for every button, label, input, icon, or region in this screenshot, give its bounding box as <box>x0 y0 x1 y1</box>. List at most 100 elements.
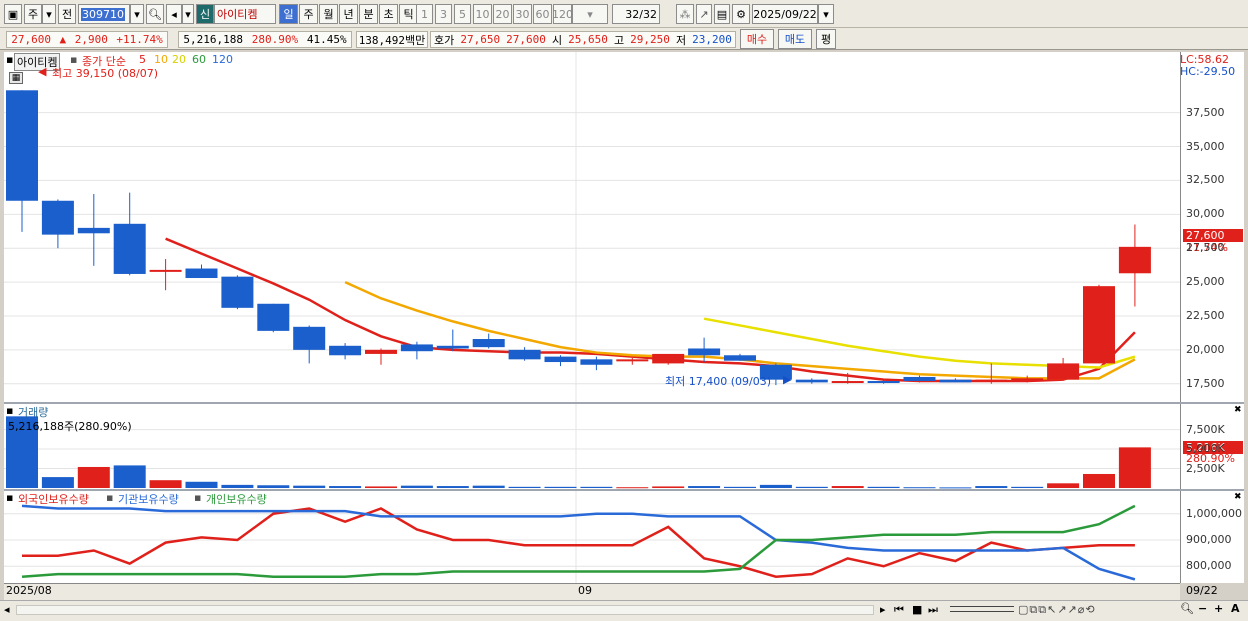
last-page-icon[interactable]: ⏭ <box>928 603 938 617</box>
volume-bar <box>688 486 721 488</box>
candle-body <box>831 381 864 384</box>
volume-panel-menu-icon[interactable]: ▪ <box>6 404 13 417</box>
candle-body <box>1047 363 1080 380</box>
price-tick: 22,500 <box>1186 308 1225 322</box>
scroll-left-icon[interactable]: ◂ <box>4 603 10 616</box>
hc-label: HC:-29.50 <box>1180 65 1236 78</box>
holding-tick: 1,000,000 <box>1186 506 1242 520</box>
volume-bar <box>508 486 541 488</box>
candle-body <box>1118 246 1151 274</box>
candle-body <box>508 349 541 360</box>
holding-panel-menu-icon[interactable]: ▪ <box>6 491 13 504</box>
ma-legend-120: 120 <box>212 53 233 66</box>
volume-summary: 5,216,188주(280.90%) <box>8 420 132 433</box>
drawing-tools-icons[interactable]: ▢⧉⧉↖↗↗⌀⟲ <box>1018 603 1096 617</box>
volume-tick: 5,000K <box>1186 442 1225 456</box>
max-arrow-icon: ◀ <box>38 65 47 78</box>
x-label-month: 09 <box>578 584 592 597</box>
panel-menu-icon[interactable]: ▪ <box>6 53 13 66</box>
volume-bar <box>77 466 110 488</box>
volume-bar <box>436 486 469 488</box>
panel-divider-2[interactable] <box>4 489 1244 491</box>
volume-bar <box>795 486 828 488</box>
volume-bar <box>544 486 577 488</box>
price-tick: 30,000 <box>1186 207 1225 221</box>
min-arrow-icon: ▶ <box>783 373 792 386</box>
first-page-icon[interactable]: ⏮ <box>894 603 904 617</box>
candle-body <box>544 356 577 363</box>
volume-bar <box>652 486 685 488</box>
volume-bar <box>472 485 505 488</box>
max-price-label: 최고 39,150 (08/07) <box>52 67 159 80</box>
volume-panel-close-icon[interactable]: ✖ <box>1234 405 1242 415</box>
volume-bar <box>759 484 792 488</box>
zoom-out-icon[interactable]: − <box>1198 602 1207 615</box>
volume-bar <box>400 485 433 488</box>
volume-bar <box>329 486 362 488</box>
candle-body <box>365 349 397 354</box>
candle-body <box>616 359 649 362</box>
zoom-slider[interactable] <box>950 606 1014 612</box>
price-tick: 32,500 <box>1186 173 1225 187</box>
x-label-start: 2025/08 <box>6 584 52 597</box>
scroll-right-icon[interactable]: ▸ <box>880 603 886 616</box>
volume-bar <box>365 486 397 488</box>
ma-line-5 <box>165 237 1136 383</box>
volume-bar <box>724 486 756 488</box>
volume-tick: 2,500K <box>1186 461 1225 475</box>
volume-bar <box>1118 447 1151 488</box>
candle-body <box>41 200 74 235</box>
price-tick: 37,500 <box>1186 105 1225 119</box>
volume-bar <box>975 486 1008 488</box>
candle-body <box>867 381 900 384</box>
panel-divider-1[interactable] <box>4 402 1244 404</box>
volume-bar <box>221 484 254 488</box>
stop-icon[interactable]: ■ <box>912 603 922 616</box>
legend-individual: 개인보유수량 <box>206 493 267 506</box>
candle-body <box>77 227 110 234</box>
candle-body <box>975 379 1008 382</box>
candle-body <box>688 348 721 356</box>
volume-bar <box>149 480 182 488</box>
legend-marker: ▪ <box>194 491 202 504</box>
volume-bar <box>41 477 74 488</box>
zoom-in-icon[interactable]: + <box>1214 602 1223 615</box>
candle-body <box>329 345 362 356</box>
holding-tick: 800,000 <box>1186 559 1232 573</box>
holding-panel-close-icon[interactable]: ✖ <box>1234 492 1242 502</box>
volume-tick: 7,500K <box>1186 422 1225 436</box>
candle-body <box>293 326 326 350</box>
legend-foreign: 외국인보유수량 <box>18 493 89 506</box>
candle-body <box>185 268 218 279</box>
candle-body <box>1083 286 1115 364</box>
candle-body <box>257 303 290 331</box>
volume-bar <box>1011 486 1044 488</box>
ma-line-20 <box>703 317 1136 369</box>
price-tick: 27,500 <box>1186 241 1225 255</box>
candle-body <box>472 339 505 348</box>
candle-body <box>113 223 146 274</box>
ma-legend-60: 60 <box>192 53 206 66</box>
candle-body <box>652 353 685 364</box>
volume-bar <box>185 481 218 488</box>
legend-institution: 기관보유수량 <box>118 493 179 506</box>
volume-bar <box>867 486 900 488</box>
volume-bar <box>257 485 290 488</box>
candle-body <box>939 379 972 383</box>
horizontal-scrollbar[interactable] <box>16 605 874 615</box>
volume-bar <box>831 486 864 488</box>
candle-body <box>400 344 433 352</box>
candle-body <box>1011 378 1044 382</box>
data-table-icon[interactable]: ▦ <box>9 72 23 84</box>
zoom-icon[interactable]: 🔍︎ <box>1180 602 1194 615</box>
price-tick: 17,500 <box>1186 376 1225 390</box>
x-axis <box>4 583 1180 600</box>
x-label-end: 09/22 <box>1186 584 1218 597</box>
candle-body <box>436 345 469 349</box>
holding-line-1 <box>21 504 1136 581</box>
font-size-icon[interactable]: A <box>1231 602 1240 615</box>
candle-body <box>6 90 38 201</box>
candle-body <box>221 276 254 308</box>
volume-bar <box>580 486 613 488</box>
min-price-label: 최저 17,400 (09/03) <box>665 375 772 388</box>
